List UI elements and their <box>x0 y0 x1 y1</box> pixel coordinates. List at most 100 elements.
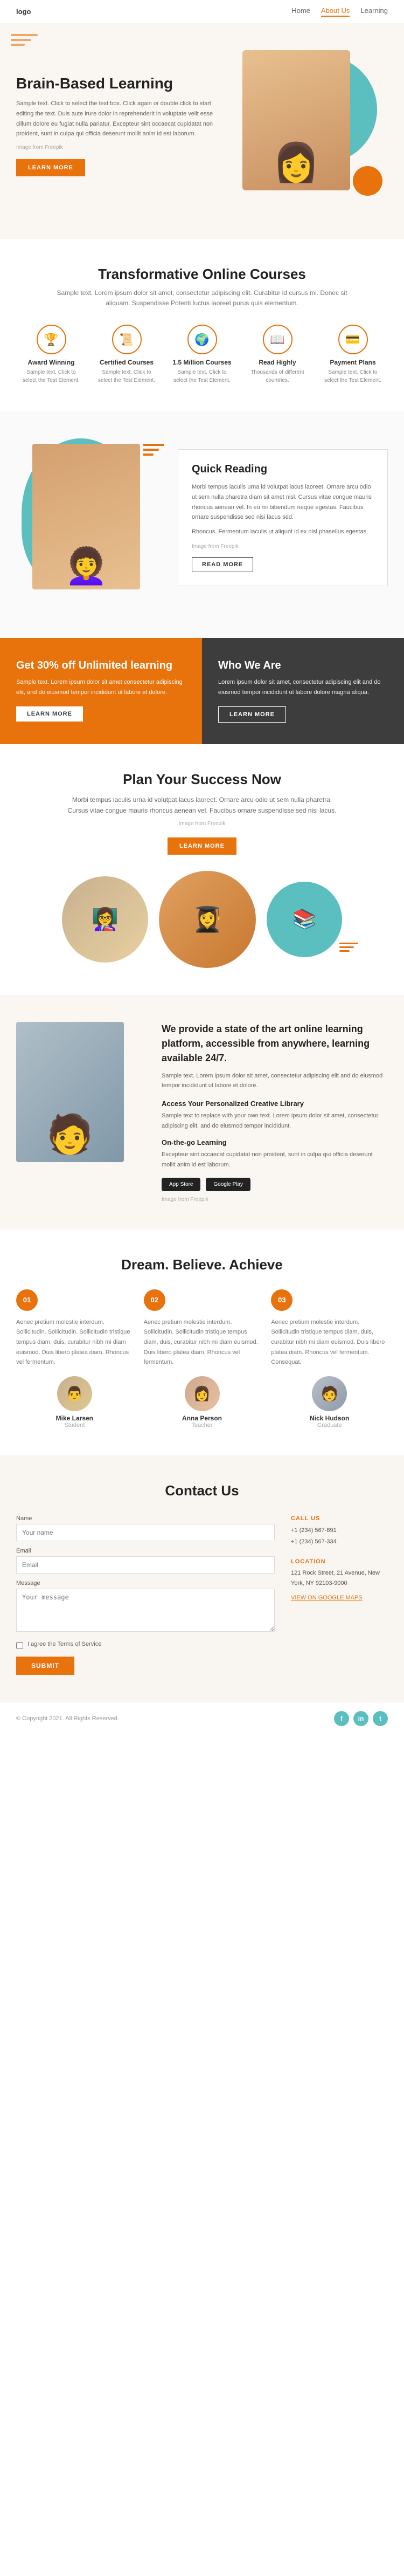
payment-icon: 💳 <box>338 325 368 354</box>
plan-img-credit: Image from Freepik <box>16 821 388 827</box>
plan-body: Morbi tempus iaculis urna id volutpat la… <box>62 794 342 816</box>
social-icons: f in t <box>334 1711 388 1726</box>
submit-button[interactable]: SUBMIT <box>16 1657 74 1675</box>
footer: © Copyright 2021. All Rights Reserved. f… <box>0 1702 404 1735</box>
avatar-role-3: Graduate <box>317 1422 342 1428</box>
hero-body: Sample text. Click to select the text bo… <box>16 99 221 139</box>
banner-left-body: Sample text. Lorem ipsum dolor sit amet … <box>16 677 186 697</box>
message-label: Message <box>16 1580 275 1586</box>
always-title: We provide a state of the art online lea… <box>162 1022 388 1066</box>
read-desc: Thousands of different countries. <box>248 368 307 384</box>
name-label: Name <box>16 1515 275 1522</box>
plan-title: Plan Your Success Now <box>16 771 388 788</box>
feature-award: 🏆 Award Winning Sample text. Click to se… <box>22 325 81 384</box>
dream-avatar-2: 👩 Anna Person Teacher <box>144 1376 261 1428</box>
location-info: LOCATION 121 Rock Street, 21 Avenue, New… <box>291 1558 388 1602</box>
hero-content: Brain-Based Learning Sample text. Click … <box>16 75 221 176</box>
contact-title: Contact Us <box>16 1482 388 1499</box>
avatar-img-2: 👩 <box>185 1376 220 1411</box>
qr-read-more-button[interactable]: READ MORE <box>192 557 253 572</box>
name-field-group: Name <box>16 1515 275 1541</box>
banner-right-btn[interactable]: LEARN MORE <box>218 706 286 723</box>
banner-right: Who We Are Lorem ipsum dolor sit amet, c… <box>202 638 404 744</box>
banner-row: Get 30% off Unlimited learning Sample te… <box>0 638 404 744</box>
feature-payment: 💳 Payment Plans Sample text. Click to se… <box>323 325 382 384</box>
social-facebook-icon[interactable]: f <box>334 1711 349 1726</box>
navigation: logo Home About Us Learning <box>0 0 404 23</box>
avatar-name-1: Mike Larsen <box>56 1414 93 1422</box>
agree-check: I agree the Terms of Service <box>16 1641 275 1649</box>
dream-num-1: 01 <box>16 1289 38 1311</box>
certified-icon: 📜 <box>112 325 142 354</box>
banner-left-title: Get 30% off Unlimited learning <box>16 660 186 672</box>
nav-learning[interactable]: Learning <box>360 6 388 17</box>
nav-about[interactable]: About Us <box>321 6 350 17</box>
contact-form: Name Email Message I agree the Terms of … <box>16 1515 275 1675</box>
quick-reading-section: 👩‍🦱 Quick Reading Morbi tempus iaculis u… <box>0 411 404 638</box>
hero-person: 👩 <box>242 50 350 190</box>
message-field-group: Message <box>16 1580 275 1634</box>
avatar-name-3: Nick Hudson <box>310 1414 349 1422</box>
million-desc: Sample text. Click to select the Test El… <box>172 368 232 384</box>
name-input[interactable] <box>16 1524 275 1541</box>
courses-section: Transformative Online Courses Sample tex… <box>0 239 404 411</box>
award-icon: 🏆 <box>37 325 66 354</box>
qr-content: Quick Reading Morbi tempus iaculis urna … <box>178 433 388 616</box>
always-section1-body: Sample text to replace with your own tex… <box>162 1111 388 1131</box>
courses-title: Transformative Online Courses <box>16 266 388 283</box>
phone1: +1 (234) 567-891 <box>291 1525 388 1536</box>
dream-section: Dream. Believe. Achieve 01 Aenec pretium… <box>0 1229 404 1455</box>
banner-left-btn[interactable]: LEARN MORE <box>16 706 83 722</box>
banner-right-title: Who We Are <box>218 660 388 672</box>
nav-home[interactable]: Home <box>291 6 310 17</box>
courses-subtitle: Sample text. Lorem ipsum dolor sit amet,… <box>51 288 353 308</box>
always-img-credit: Image from Freepik <box>162 1197 388 1203</box>
app-store-button[interactable]: App Store <box>162 1178 200 1191</box>
agree-checkbox[interactable] <box>16 1642 23 1649</box>
qr-person: 👩‍🦱 <box>32 444 140 589</box>
hero-learn-more-button[interactable]: LEARN MORE <box>16 159 85 176</box>
dream-num-2: 02 <box>144 1289 165 1311</box>
qr-wave-deco <box>143 444 164 456</box>
social-linkedin-icon[interactable]: in <box>353 1711 368 1726</box>
social-twitter-icon[interactable]: t <box>373 1711 388 1726</box>
address: 121 Rock Street, 21 Avenue, New York, NY… <box>291 1568 388 1588</box>
always-section2-title: On-the-go Learning <box>162 1138 388 1146</box>
dream-num-3: 03 <box>271 1289 292 1311</box>
hero-title: Brain-Based Learning <box>16 75 221 92</box>
store-buttons: App Store Google Play <box>162 1178 388 1191</box>
always-section2-body: Excepteur sint occaecat cupidatat non pr… <box>162 1150 388 1170</box>
dream-item-2: 02 Aenec pretium molestie interdum. Soll… <box>144 1289 261 1428</box>
qr-body2: Rhoncus. Fermentum iaculis ut aliquot id… <box>192 527 374 537</box>
hero-img-credit: Image from Freepik <box>16 145 221 150</box>
dream-body-3: Aenec pretium molestie interdum. Sollici… <box>271 1317 388 1368</box>
contact-section: Contact Us Name Email Message I agree th… <box>0 1455 404 1702</box>
qr-image-area: 👩‍🦱 <box>16 433 167 616</box>
always-image-area: 🧑 <box>16 1022 145 1162</box>
avatar-name-2: Anna Person <box>182 1414 222 1422</box>
contact-info: CALL US +1 (234) 567-891 +1 (234) 567-33… <box>291 1515 388 1675</box>
plan-section: Plan Your Success Now Morbi tempus iacul… <box>0 744 404 995</box>
email-field-group: Email <box>16 1548 275 1574</box>
dream-avatar-1: 👨 Mike Larsen Student <box>16 1376 133 1428</box>
feature-certified: 📜 Certified Courses Sample text. Click t… <box>97 325 156 384</box>
location-title: LOCATION <box>291 1558 388 1565</box>
map-link[interactable]: VIEW ON GOOGLE MAPS <box>291 1595 363 1601</box>
dream-title: Dream. Believe. Achieve <box>16 1256 388 1273</box>
phone2: +1 (234) 567-334 <box>291 1536 388 1548</box>
avatar-img-3: 🧑 <box>312 1376 347 1411</box>
email-input[interactable] <box>16 1556 275 1574</box>
nav-logo[interactable]: logo <box>16 8 31 16</box>
avatar-img-1: 👨 <box>57 1376 92 1411</box>
message-textarea[interactable] <box>16 1589 275 1632</box>
google-play-button[interactable]: Google Play <box>206 1178 250 1191</box>
plan-learn-more-button[interactable]: LEARN MORE <box>168 837 236 855</box>
avatar-role-1: Student <box>64 1422 85 1428</box>
certified-desc: Sample text. Click to select the Test El… <box>97 368 156 384</box>
dream-item-1: 01 Aenec pretium molestie interdum. Soll… <box>16 1289 133 1428</box>
award-title: Award Winning <box>28 359 75 366</box>
always-section1-title: Access Your Personalized Creative Librar… <box>162 1100 388 1108</box>
banner-left: Get 30% off Unlimited learning Sample te… <box>0 638 202 744</box>
million-title: 1.5 Million Courses <box>172 359 231 366</box>
certified-title: Certified Courses <box>100 359 154 366</box>
